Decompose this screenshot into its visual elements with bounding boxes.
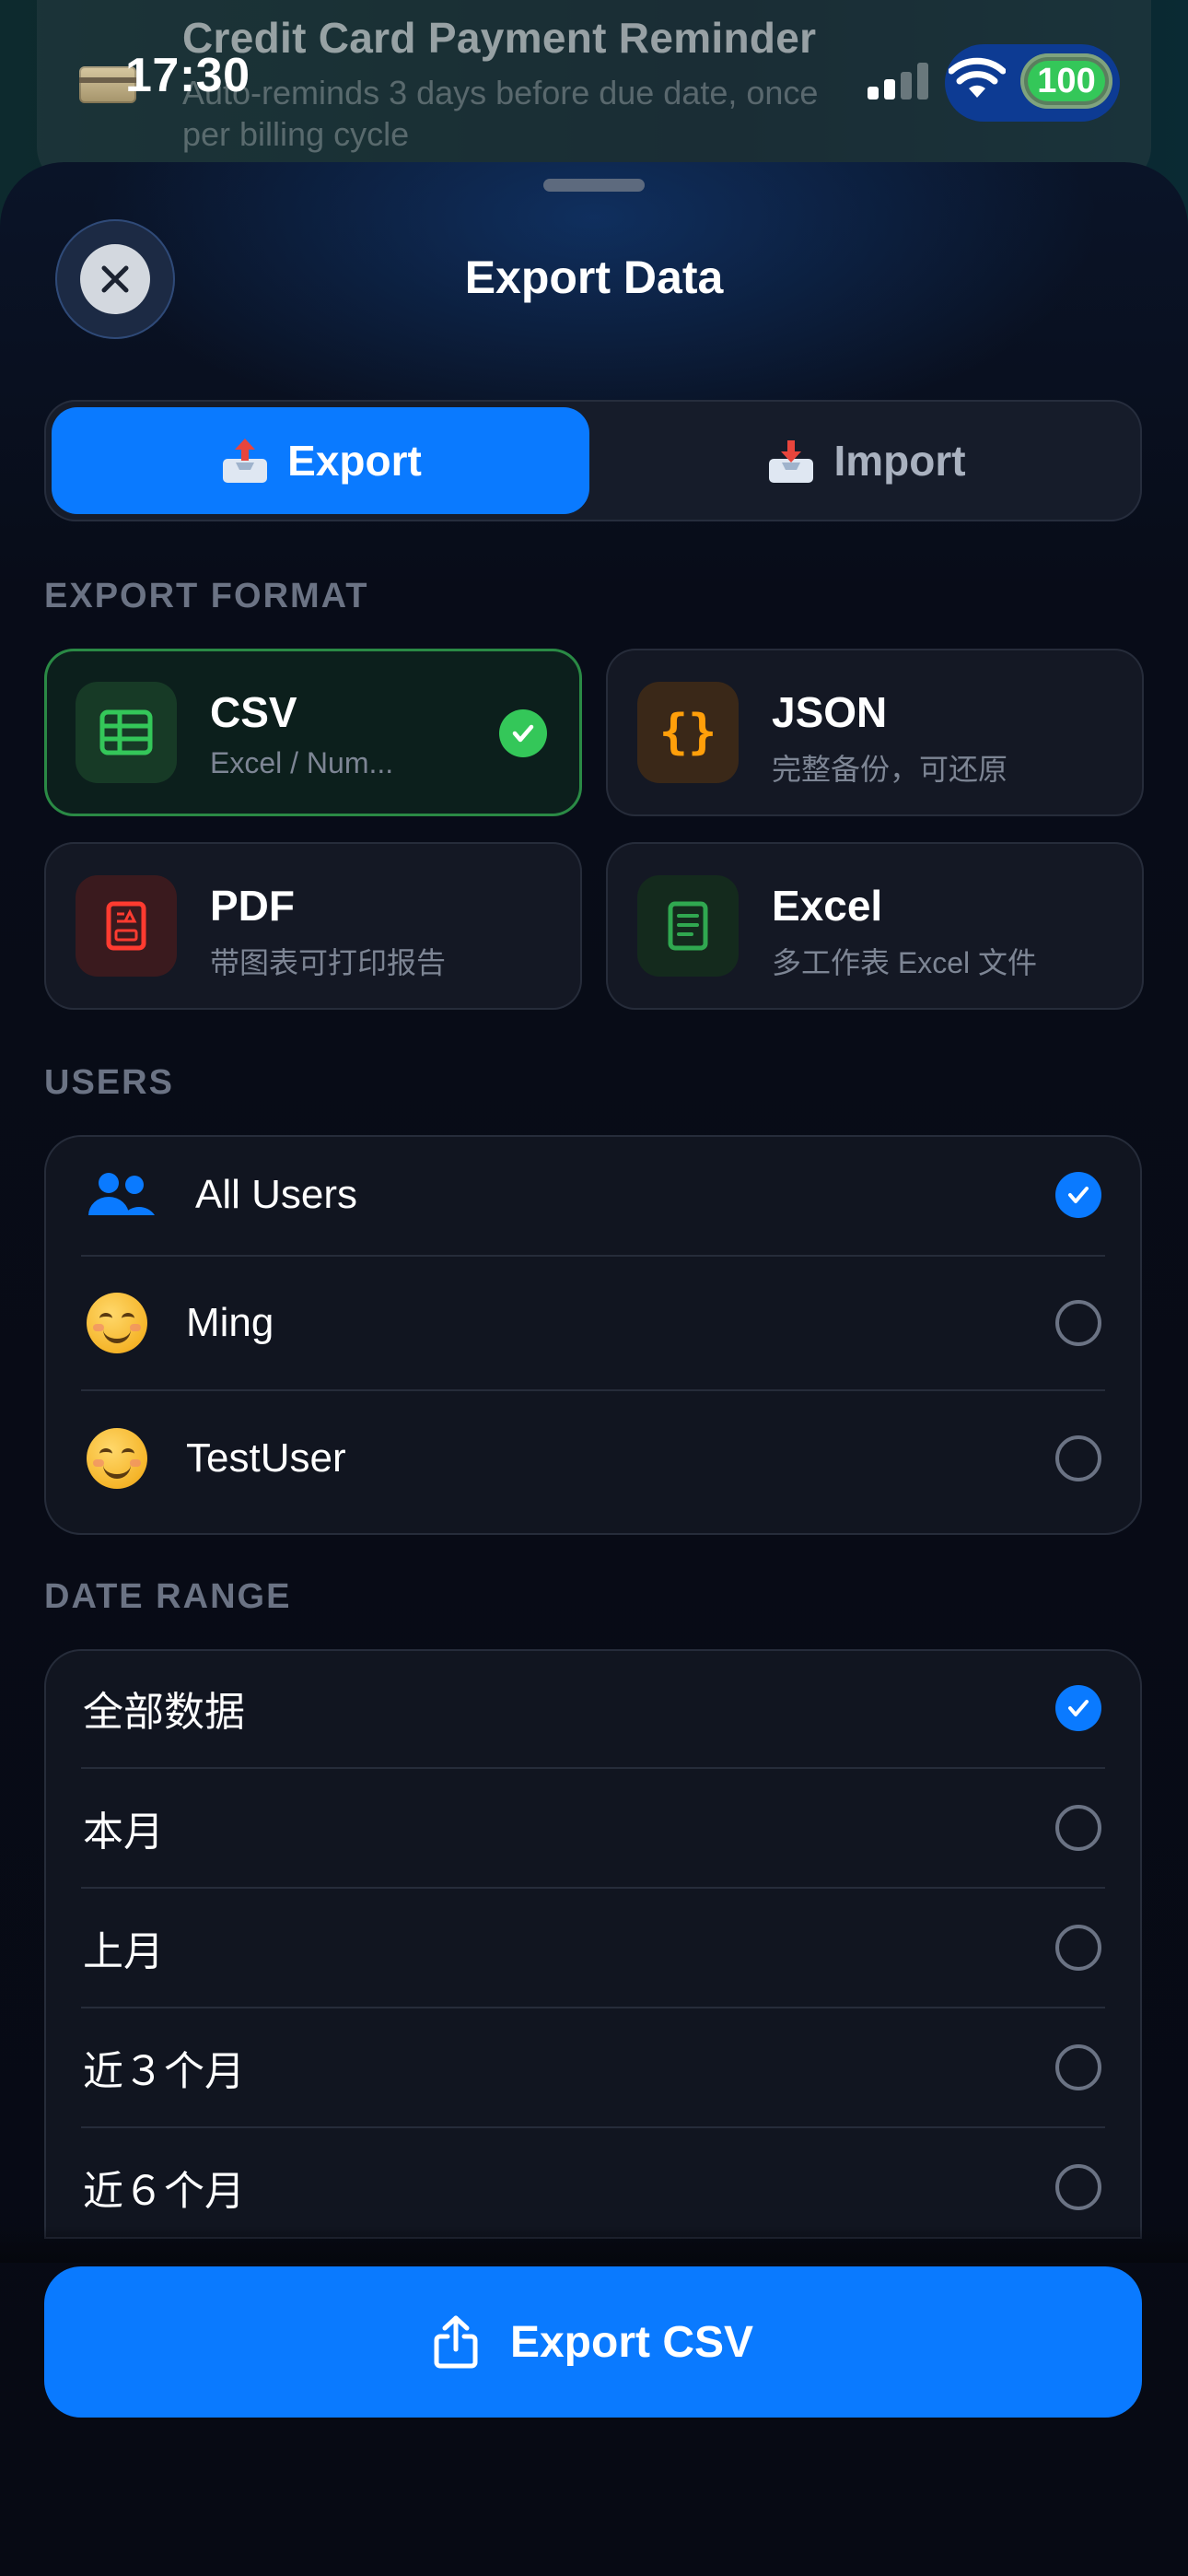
date-range-label: DATE RANGE xyxy=(44,1577,292,1616)
battery-level: 100 xyxy=(1028,61,1105,101)
sheet-grabber[interactable] xyxy=(543,179,645,192)
sheet-title: Export Data xyxy=(464,252,724,303)
date-range-list: 全部数据 本月 上月 近３个月 近６个月 xyxy=(44,1649,1142,2239)
export-sheet: Export Data Export Import EXPORT FORMAT xyxy=(0,162,1188,2576)
date-option-label: 全部数据 xyxy=(83,1690,245,1735)
date-option-this-month[interactable]: 本月 xyxy=(44,1769,1142,1887)
radio-unselected xyxy=(1055,2044,1101,2090)
notification-subtitle: Auto-reminds 3 days before due date, onc… xyxy=(182,74,819,153)
notification-title: Credit Card Payment Reminder xyxy=(182,14,817,62)
format-option-json[interactable]: {} JSON 完整备份，可还原 xyxy=(606,649,1144,816)
date-option-label: 近６个月 xyxy=(83,2169,245,2214)
inbox-tray-icon xyxy=(769,440,814,483)
format-option-excel[interactable]: Excel 多工作表 Excel 文件 xyxy=(606,842,1144,1010)
format-title: PDF xyxy=(210,882,295,930)
date-option-all[interactable]: 全部数据 xyxy=(44,1649,1142,1767)
format-title: JSON xyxy=(772,688,888,736)
user-row-all[interactable]: All Users xyxy=(44,1135,1142,1255)
tab-export[interactable]: Export xyxy=(52,407,589,514)
tab-import[interactable]: Import xyxy=(597,407,1135,514)
scroll-fade xyxy=(0,2226,1188,2263)
date-option-last-3-months[interactable]: 近３个月 xyxy=(44,2008,1142,2126)
date-option-last-month[interactable]: 上月 xyxy=(44,1889,1142,2007)
format-title: Excel xyxy=(772,882,883,930)
user-label: Ming xyxy=(186,1300,274,1345)
people-icon xyxy=(88,1173,155,1215)
users-list: All Users Ming TestUser xyxy=(44,1135,1142,1535)
format-subtitle: 带图表可打印报告 xyxy=(210,946,447,979)
format-subtitle: 完整备份，可还原 xyxy=(772,753,1008,786)
pdf-document-icon xyxy=(76,875,177,977)
export-button[interactable]: Export CSV xyxy=(44,2266,1142,2418)
export-format-label: EXPORT FORMAT xyxy=(44,577,369,615)
user-label: All Users xyxy=(195,1172,358,1217)
format-subtitle: 多工作表 Excel 文件 xyxy=(772,946,1038,979)
user-label: TestUser xyxy=(186,1435,346,1481)
battery-indicator: 100 xyxy=(1020,53,1112,109)
radio-unselected xyxy=(1055,1925,1101,1971)
braces-icon: {} xyxy=(637,682,739,783)
user-row-testuser[interactable]: TestUser xyxy=(44,1391,1142,1526)
date-option-label: 本月 xyxy=(83,1809,164,1855)
table-icon xyxy=(76,682,177,783)
tab-import-label: Import xyxy=(833,437,966,485)
format-option-pdf[interactable]: PDF 带图表可打印报告 xyxy=(44,842,582,1010)
smiling-face-emoji-icon xyxy=(87,1428,147,1489)
checkmark-icon xyxy=(499,709,547,757)
export-button-label: Export CSV xyxy=(509,2317,754,2367)
share-icon xyxy=(434,2315,478,2369)
smiling-face-emoji-icon xyxy=(87,1293,147,1353)
format-option-csv[interactable]: CSV Excel / Num... xyxy=(44,649,582,816)
date-option-label: 上月 xyxy=(83,1929,164,1974)
selected-check-icon xyxy=(1055,1172,1101,1218)
format-title: CSV xyxy=(210,688,297,736)
format-subtitle: Excel / Num... xyxy=(210,746,394,779)
tab-export-label: Export xyxy=(287,437,422,485)
date-option-label: 近３个月 xyxy=(83,2049,245,2094)
cellular-signal-icon xyxy=(868,61,928,100)
status-time: 17:30 xyxy=(125,49,250,102)
date-option-last-6-months[interactable]: 近６个月 xyxy=(44,2128,1142,2239)
radio-unselected xyxy=(1055,1805,1101,1851)
selected-check-icon xyxy=(1055,1685,1101,1731)
outbox-tray-icon xyxy=(223,439,268,483)
wifi-icon xyxy=(949,57,1006,98)
spreadsheet-document-icon xyxy=(637,875,739,977)
radio-unselected xyxy=(1055,1435,1101,1481)
radio-unselected xyxy=(1055,2164,1101,2210)
export-import-segmented-control: Export Import xyxy=(44,400,1142,521)
radio-unselected xyxy=(1055,1300,1101,1346)
users-label: USERS xyxy=(44,1063,174,1102)
user-row-ming[interactable]: Ming xyxy=(44,1257,1142,1389)
